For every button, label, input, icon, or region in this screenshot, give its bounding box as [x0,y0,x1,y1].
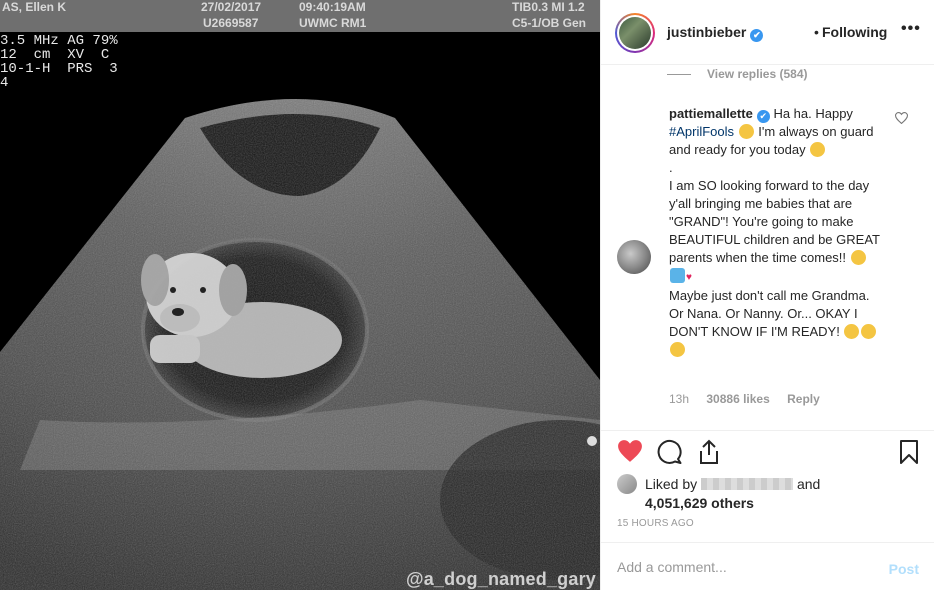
rolling-eyes-emoji-icon [738,124,754,139]
reply-button[interactable]: Reply [787,392,820,406]
comment-text-5: Maybe just don't call me Grandma. Or Nan… [669,288,870,339]
author-username[interactable]: justinbieber ✔ [667,24,764,42]
commenter-verified-icon: ✔ [756,110,770,123]
comment-time[interactable]: 13h [669,392,689,406]
ultrasound-params: 3.5 MHz AG 79% 12 cm XV C 10-1-H PRS 3 4 [0,33,118,91]
view-replies-link[interactable]: View replies (584) [667,67,808,81]
following-button[interactable]: Following [822,24,887,40]
scan-date: 27/02/2017 [201,0,262,14]
ultrasound-header: AS, Ellen K 27/02/2017 U2669587 09:40:19… [0,0,600,32]
tib-readout: TIB0.3 MI 1.2 [512,0,585,14]
replies-divider-line [667,74,691,76]
liker-avatar[interactable] [617,474,637,494]
heart-eyes-emoji-icon [850,250,866,265]
add-comment-bar: Post [601,542,934,590]
liked-by-and: and [796,476,821,492]
share-icon[interactable] [697,439,721,465]
patient-id: U2669587 [203,16,259,30]
heart-emoji-icon: ♥ [686,272,692,283]
hashtag-link[interactable]: #AprilFools [669,124,734,139]
crying-face-emoji-icon [861,324,877,339]
liked-by: Liked by and 4,051,629 others [617,474,820,512]
winking-tongue-emoji-icon [810,142,826,157]
view-replies-text[interactable]: View replies (584) [707,67,808,81]
action-bar [601,430,934,470]
separator-dot: • [814,24,819,40]
comment-like-heart-icon[interactable] [895,112,908,124]
comment-text-4: I am SO looking forward to the day y'all… [669,178,880,265]
commenter-avatar[interactable] [617,240,651,274]
author-avatar[interactable] [615,13,655,53]
verified-icon: ✔ [750,29,764,42]
tired-face-emoji-icon [844,324,860,339]
probe-orientation-marker [587,436,597,446]
patient-name: AS, Ellen K [2,0,67,14]
likes-count-link[interactable]: 4,051,629 others [645,495,754,511]
comment-likes[interactable]: 30886 likes [706,392,769,406]
raising-hands-emoji-icon [670,268,685,283]
post-image[interactable]: AS, Ellen K 27/02/2017 U2669587 09:40:19… [0,0,600,590]
comment-body: pattiemallette ✔ Ha ha. Happy #AprilFools… [669,105,883,359]
liked-by-prefix: Liked by [645,476,698,492]
grimacing-face-emoji-icon [670,342,685,357]
post-timestamp[interactable]: 15 HOURS AGO [617,518,694,529]
author-username-text[interactable]: justinbieber [667,24,746,40]
comment-bubble-icon[interactable] [657,439,683,465]
post-header: justinbieber ✔ • Following ••• [601,0,934,65]
more-options-icon[interactable]: ••• [901,20,921,38]
commenter-username[interactable]: pattiemallette [669,106,753,121]
scan-room: UWMC RM1 [299,16,367,30]
comment-text-3: . [669,160,673,175]
scan-time: 09:40:19AM [299,0,366,14]
post-button[interactable]: Post [889,561,919,577]
comment-meta: 13h 30886 likes Reply [669,392,834,406]
comment-text-1: Ha ha. Happy [773,106,853,121]
save-bookmark-icon[interactable] [899,439,919,465]
like-heart-icon[interactable] [617,439,643,463]
watermark: @a_dog_named_gary [405,569,596,589]
redacted-username [701,478,794,490]
probe-label: C5-1/OB Gen [512,16,587,30]
post-side-panel: justinbieber ✔ • Following ••• View repli… [600,0,934,590]
comment-input[interactable] [617,559,877,575]
